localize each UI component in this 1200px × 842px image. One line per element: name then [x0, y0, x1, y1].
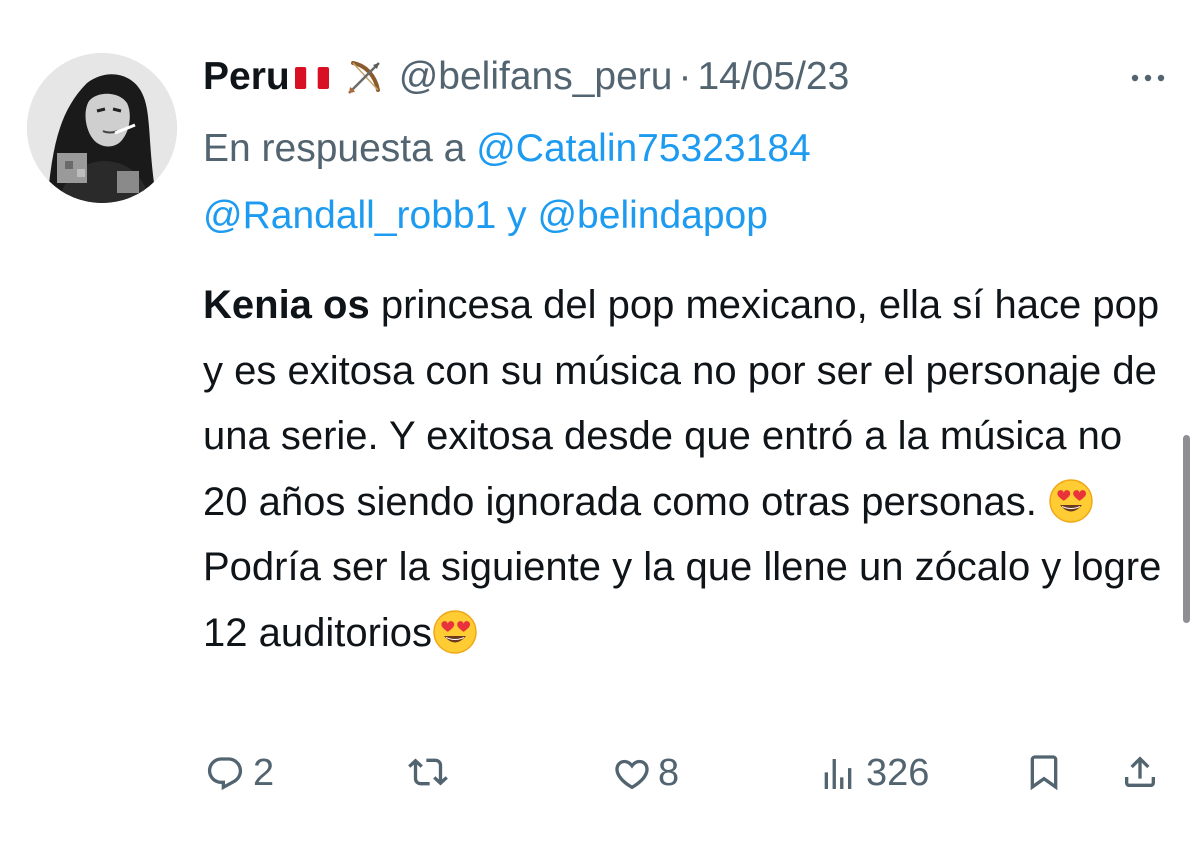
heart-eyes-emoji-icon	[432, 609, 478, 655]
tweet-actions: 2 8 326	[0, 744, 1200, 804]
tweet-text-bold: Kenia os	[203, 283, 370, 327]
reply-mention-link[interactable]: @belindapop	[537, 194, 767, 237]
tweet-text-part: Podría ser la siguiente y la que llene u…	[203, 545, 1162, 655]
header-separator: ·	[678, 55, 692, 98]
retweet-button[interactable]	[408, 752, 456, 792]
reply-prefix: En respuesta a	[203, 127, 466, 170]
bow-and-arrow-icon	[345, 57, 385, 97]
like-button[interactable]: 8	[612, 752, 679, 795]
scrollbar[interactable]	[1183, 435, 1190, 623]
reply-button[interactable]: 2	[205, 752, 274, 795]
views-count: 326	[866, 752, 930, 794]
reply-conjunction: y	[507, 194, 527, 237]
user-handle[interactable]: @belifans_peru	[399, 55, 673, 99]
reply-icon	[205, 754, 245, 794]
like-count: 8	[658, 752, 680, 794]
bookmark-button[interactable]	[1024, 752, 1064, 792]
reply-count: 2	[253, 752, 275, 794]
reply-mention-link[interactable]: @Catalin75323184	[476, 127, 811, 170]
display-name[interactable]: Peru	[203, 55, 290, 99]
share-button[interactable]	[1120, 752, 1160, 792]
views-icon	[818, 754, 858, 794]
more-horizontal-icon[interactable]	[1128, 70, 1168, 86]
bookmark-icon	[1024, 752, 1064, 792]
reply-context: En respuesta a @Catalin75323184	[203, 127, 811, 171]
reply-context-continued: @Randall_robb1 y @belindapop	[203, 194, 768, 238]
tweet-date[interactable]: 14/05/23	[697, 55, 849, 99]
heart-icon	[612, 754, 652, 794]
share-icon	[1120, 752, 1160, 792]
views-button[interactable]: 326	[818, 752, 929, 795]
heart-eyes-emoji-icon	[1048, 478, 1094, 524]
tweet-text: Kenia os princesa del pop mexicano, ella…	[203, 273, 1163, 666]
retweet-icon	[408, 752, 448, 792]
avatar-image	[27, 53, 177, 203]
peru-flag-icon	[294, 67, 329, 89]
reply-mention-link[interactable]: @Randall_robb1	[203, 194, 496, 237]
avatar[interactable]	[27, 53, 177, 203]
tweet-header: Peru @belifans_peru · 14/05/23	[203, 52, 849, 102]
